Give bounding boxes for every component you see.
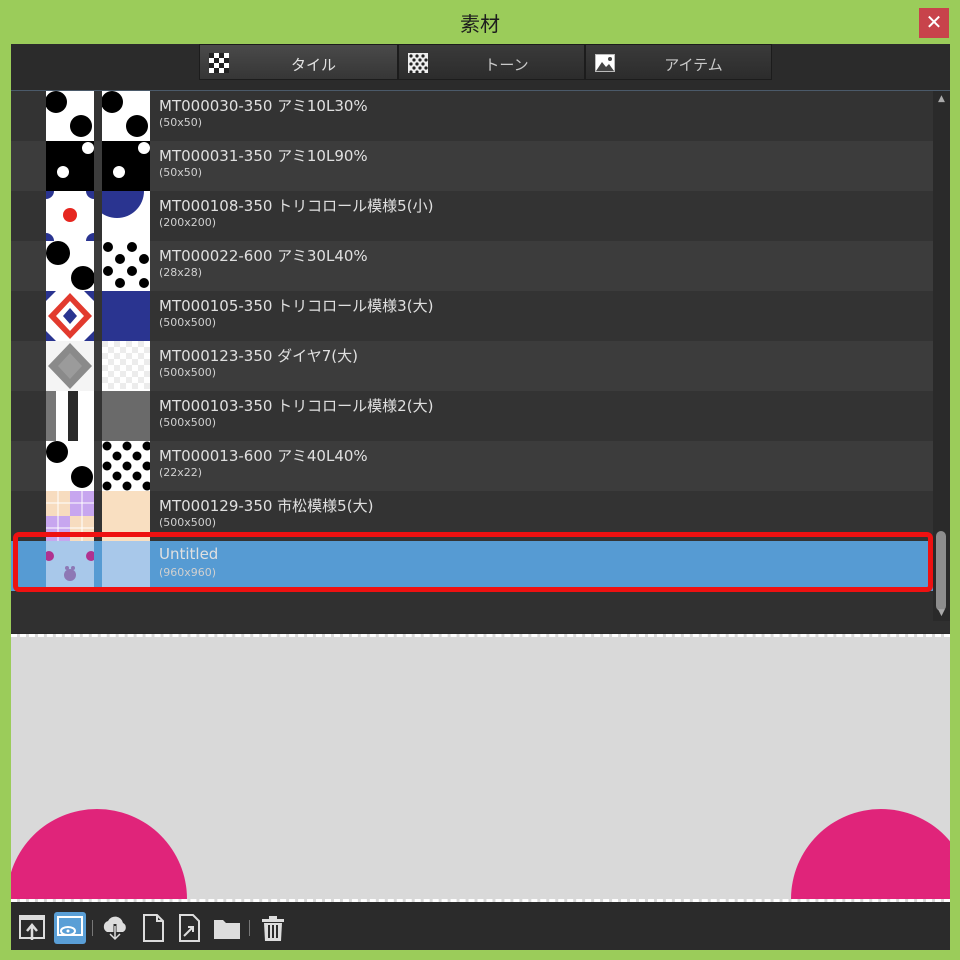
export-icon	[19, 915, 45, 940]
material-preview	[102, 291, 150, 341]
list-item-selected[interactable]: Untitled (960x960)	[11, 541, 933, 591]
material-preview	[102, 541, 150, 591]
close-button[interactable]: ✕	[919, 8, 949, 38]
list-item[interactable]: MT000013-600 アミ40L40% (22x22)	[11, 441, 933, 491]
material-name: Untitled	[159, 545, 219, 563]
material-name: MT000123-350 ダイヤ7(大)	[159, 347, 358, 365]
window-title: 素材	[460, 12, 500, 36]
material-name: MT000129-350 市松模様5(大)	[159, 497, 374, 515]
list-item[interactable]: MT000108-350 トリコロール模様5(小) (200x200)	[11, 191, 933, 241]
material-palette: タイル トーン アイテム MT000030-350 アミ10L30% (50x5…	[11, 44, 950, 950]
material-size: (960x960)	[159, 566, 217, 579]
material-name: MT000103-350 トリコロール模様2(大)	[159, 397, 434, 415]
material-size: (22x22)	[159, 466, 203, 479]
list-item[interactable]: MT000129-350 市松模様5(大) (500x500)	[11, 491, 933, 541]
material-preview	[102, 191, 150, 241]
list-item[interactable]: MT000123-350 ダイヤ7(大) (500x500)	[11, 341, 933, 391]
material-thumbnail	[46, 541, 94, 591]
material-thumbnail	[46, 491, 94, 541]
material-size: (500x500)	[159, 316, 217, 329]
material-preview	[102, 91, 150, 141]
vertical-scrollbar[interactable]: ▲ ▼	[933, 91, 950, 621]
list-item[interactable]: MT000105-350 トリコロール模様3(大) (500x500)	[11, 291, 933, 341]
material-preview	[102, 141, 150, 191]
checker-icon	[209, 53, 229, 73]
scroll-thumb[interactable]	[936, 531, 946, 611]
list-item[interactable]: MT000030-350 アミ10L30% (50x50)	[11, 91, 933, 141]
bottom-toolbar	[11, 906, 950, 950]
edit-file-icon	[179, 914, 200, 942]
material-name: MT000030-350 アミ10L30%	[159, 97, 368, 115]
delete-button[interactable]	[257, 912, 289, 944]
preview-toggle-button[interactable]	[54, 912, 86, 944]
material-name: MT000105-350 トリコロール模様3(大)	[159, 297, 434, 315]
material-preview	[102, 341, 150, 391]
tab-label: タイル	[290, 56, 336, 74]
material-preview	[102, 441, 150, 491]
material-thumbnail	[46, 341, 94, 391]
list-item[interactable]: MT000103-350 トリコロール模様2(大) (500x500)	[11, 391, 933, 441]
tone-icon	[408, 53, 428, 73]
material-size: (200x200)	[159, 216, 217, 229]
preview-icon	[57, 916, 83, 936]
tab-tone[interactable]: トーン	[398, 44, 585, 80]
export-button[interactable]	[16, 912, 48, 944]
download-button[interactable]	[99, 912, 131, 944]
material-size: (500x500)	[159, 366, 217, 379]
tab-item[interactable]: アイテム	[585, 44, 772, 80]
download-cloud-icon	[103, 916, 126, 942]
material-preview-pane	[11, 634, 950, 902]
material-thumbnail	[46, 91, 94, 141]
material-size: (500x500)	[159, 516, 217, 529]
material-preview	[102, 391, 150, 441]
material-size: (500x500)	[159, 416, 217, 429]
material-name: MT000013-600 アミ40L40%	[159, 447, 368, 465]
image-icon	[595, 54, 615, 72]
material-list: MT000030-350 アミ10L30% (50x50) MT000031-3…	[11, 90, 950, 633]
preview-image	[11, 809, 950, 899]
material-thumbnail	[46, 191, 94, 241]
material-name: MT000108-350 トリコロール模様5(小)	[159, 197, 434, 215]
toolbar-divider	[249, 920, 250, 936]
material-size: (50x50)	[159, 166, 203, 179]
tab-bar: タイル トーン アイテム	[199, 44, 773, 80]
material-size: (50x50)	[159, 116, 203, 129]
list-item[interactable]: MT000031-350 アミ10L90% (50x50)	[11, 141, 933, 191]
material-preview	[102, 241, 150, 291]
scroll-up-arrow-icon[interactable]: ▲	[935, 93, 948, 105]
new-file-icon	[143, 914, 164, 942]
tab-tile[interactable]: タイル	[199, 44, 398, 80]
tab-label: アイテム	[664, 56, 723, 74]
material-thumbnail	[46, 441, 94, 491]
material-name: MT000022-600 アミ30L40%	[159, 247, 368, 265]
folder-button[interactable]	[211, 912, 243, 944]
scroll-down-arrow-icon[interactable]: ▼	[935, 607, 948, 619]
tab-label: トーン	[484, 56, 529, 74]
trash-icon	[262, 916, 284, 941]
material-size: (28x28)	[159, 266, 203, 279]
edit-material-button[interactable]	[173, 912, 205, 944]
material-thumbnail	[46, 391, 94, 441]
material-thumbnail	[46, 291, 94, 341]
toolbar-divider	[92, 920, 93, 936]
material-thumbnail	[46, 241, 94, 291]
title-bar: 素材 ✕	[0, 0, 960, 44]
new-material-button[interactable]	[137, 912, 169, 944]
list-item[interactable]: MT000022-600 アミ30L40% (28x28)	[11, 241, 933, 291]
material-thumbnail	[46, 141, 94, 191]
folder-icon	[214, 920, 240, 939]
material-name: MT000031-350 アミ10L90%	[159, 147, 368, 165]
material-preview	[102, 491, 150, 541]
